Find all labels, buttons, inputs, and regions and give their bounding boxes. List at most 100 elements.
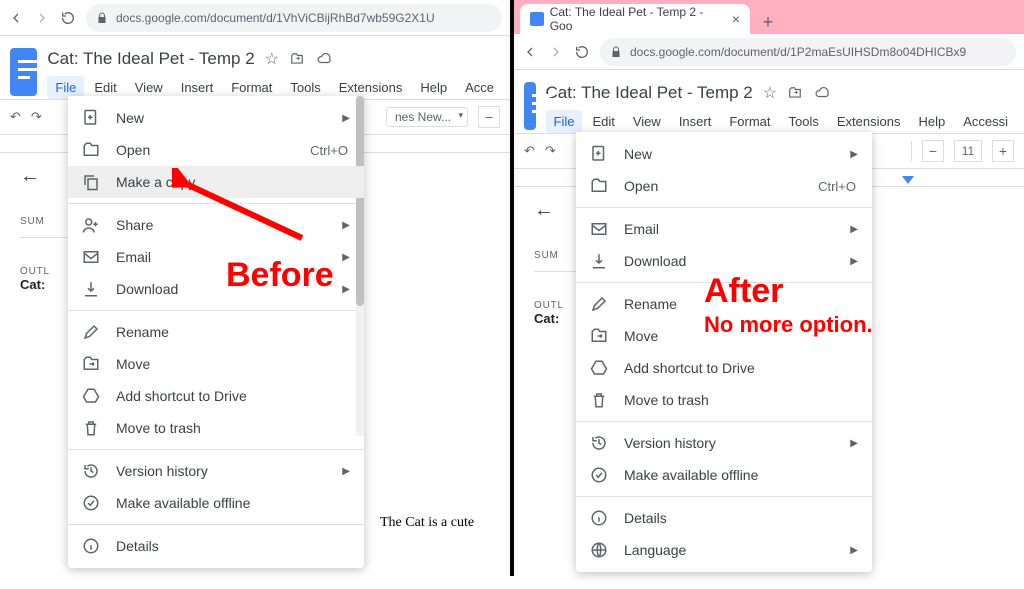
menu-item-add-shortcut-to-drive[interactable]: Add shortcut to Drive xyxy=(576,352,872,384)
move-icon[interactable] xyxy=(787,86,803,100)
download-icon xyxy=(82,280,100,298)
menu-item-label: Email xyxy=(116,249,151,265)
redo-icon[interactable]: ↷ xyxy=(545,143,556,159)
undo-icon[interactable]: ↶ xyxy=(10,109,21,125)
file-menu-after: New▶OpenCtrl+OEmail▶Download▶RenameMoveA… xyxy=(576,132,872,572)
drive-shortcut-icon xyxy=(82,387,100,405)
browser-bar: docs.google.com/document/d/1VhViCBijRhBd… xyxy=(0,0,510,36)
menu-item-label: Rename xyxy=(624,296,677,312)
font-size-value[interactable]: 11 xyxy=(954,140,982,162)
address-bar[interactable]: docs.google.com/document/d/1P2maEsUIHSDm… xyxy=(600,38,1016,66)
shortcut-text: Ctrl+O xyxy=(818,179,856,194)
offline-icon xyxy=(82,494,100,512)
menu-item-language[interactable]: Language▶ xyxy=(576,534,872,566)
menu-item-make-available-offline[interactable]: Make available offline xyxy=(576,459,872,491)
nav-forward-icon[interactable] xyxy=(548,44,564,60)
pencil-icon xyxy=(82,323,100,341)
address-bar[interactable]: docs.google.com/document/d/1VhViCBijRhBd… xyxy=(86,4,502,32)
menu-separator xyxy=(68,310,364,311)
menu-item-move-to-trash[interactable]: Move to trash xyxy=(68,412,364,444)
menu-item-open[interactable]: OpenCtrl+O xyxy=(68,134,364,166)
docs-header: Cat: The Ideal Pet - Temp 2 ☆ File Edit … xyxy=(514,70,1024,133)
submenu-arrow-icon: ▶ xyxy=(342,284,350,295)
menu-item-new[interactable]: New▶ xyxy=(576,138,872,170)
star-icon[interactable]: ☆ xyxy=(763,83,777,103)
font-picker[interactable]: nes New... xyxy=(386,107,468,127)
outline-label: OUTL xyxy=(20,266,74,277)
move-icon[interactable] xyxy=(289,52,305,66)
menu-tools[interactable]: Tools xyxy=(781,110,827,133)
menu-item-label: Move to trash xyxy=(116,420,201,436)
outline-heading[interactable]: Cat: xyxy=(20,277,74,292)
menu-help[interactable]: Help xyxy=(910,110,953,133)
menu-view[interactable]: View xyxy=(625,110,669,133)
menu-item-make-available-offline[interactable]: Make available offline xyxy=(68,487,364,519)
menu-help[interactable]: Help xyxy=(412,76,455,99)
menu-item-version-history[interactable]: Version history▶ xyxy=(68,455,364,487)
menu-item-label: Language xyxy=(624,542,686,558)
submenu-arrow-icon: ▶ xyxy=(850,438,858,449)
menu-separator xyxy=(576,421,872,422)
menu-item-label: Download xyxy=(116,281,178,297)
menu-item-label: Rename xyxy=(116,324,169,340)
new-tab-button[interactable]: + xyxy=(756,10,780,34)
menu-extensions[interactable]: Extensions xyxy=(829,110,909,133)
move-folder-icon xyxy=(82,355,100,373)
nav-forward-icon[interactable] xyxy=(34,10,50,26)
menu-item-move[interactable]: Move xyxy=(68,348,364,380)
undo-icon[interactable]: ↶ xyxy=(524,143,535,159)
menu-item-move-to-trash[interactable]: Move to trash xyxy=(576,384,872,416)
document-body[interactable]: The Cat is a cute xyxy=(380,515,474,531)
close-tab-icon[interactable]: × xyxy=(732,11,740,27)
menu-separator xyxy=(68,449,364,450)
nav-back-icon[interactable] xyxy=(8,10,24,26)
drive-shortcut-icon xyxy=(590,359,608,377)
menu-item-label: Share xyxy=(116,217,153,233)
docs-logo-icon[interactable] xyxy=(524,82,536,130)
lock-icon xyxy=(610,46,622,58)
offline-icon xyxy=(590,466,608,484)
menu-item-open[interactable]: OpenCtrl+O xyxy=(576,170,872,202)
menu-item-label: Move xyxy=(116,356,150,372)
menu-insert[interactable]: Insert xyxy=(671,110,720,133)
font-size-minus[interactable]: − xyxy=(922,140,944,162)
cloud-status-icon[interactable] xyxy=(813,86,831,100)
after-sub-annotation: No more option. xyxy=(704,312,873,338)
font-size-minus[interactable]: − xyxy=(478,106,500,128)
ruler-marker-icon[interactable] xyxy=(902,176,914,184)
menu-item-label: Move xyxy=(624,328,658,344)
summary-label: SUM xyxy=(20,216,74,227)
nav-back-icon[interactable] xyxy=(522,44,538,60)
star-icon[interactable]: ☆ xyxy=(265,49,279,69)
tab-strip: Cat: The Ideal Pet - Temp 2 - Goo × + xyxy=(514,0,1024,34)
menu-accessibility[interactable]: Accessi xyxy=(955,110,1016,133)
menu-accessibility[interactable]: Acce xyxy=(457,76,502,99)
menu-item-label: Version history xyxy=(624,435,716,451)
reload-icon[interactable] xyxy=(60,10,76,26)
menu-edit[interactable]: Edit xyxy=(584,110,622,133)
back-arrow-icon[interactable]: ← xyxy=(20,165,74,188)
reload-icon[interactable] xyxy=(574,44,590,60)
menu-item-add-shortcut-to-drive[interactable]: Add shortcut to Drive xyxy=(68,380,364,412)
menu-item-details[interactable]: Details xyxy=(576,502,872,534)
globe-icon xyxy=(590,541,608,559)
document-title[interactable]: Cat: The Ideal Pet - Temp 2 xyxy=(546,83,753,103)
copy-icon xyxy=(82,173,100,191)
menu-item-version-history[interactable]: Version history ▶ xyxy=(576,427,872,459)
menu-item-email[interactable]: Email▶ xyxy=(576,213,872,245)
font-size-plus[interactable]: + xyxy=(992,140,1014,162)
menu-item-rename[interactable]: Rename xyxy=(68,316,364,348)
menu-item-new[interactable]: New▶ xyxy=(68,102,364,134)
plus-doc-icon xyxy=(590,145,608,163)
menu-separator xyxy=(68,524,364,525)
submenu-arrow-icon: ▶ xyxy=(850,149,858,160)
menu-format[interactable]: Format xyxy=(721,110,778,133)
cloud-status-icon[interactable] xyxy=(315,52,333,66)
browser-tab[interactable]: Cat: The Ideal Pet - Temp 2 - Goo × xyxy=(520,4,750,34)
docs-logo-icon[interactable] xyxy=(10,48,37,96)
redo-icon[interactable]: ↷ xyxy=(31,109,42,125)
document-title[interactable]: Cat: The Ideal Pet - Temp 2 xyxy=(47,49,254,69)
menu-item-details[interactable]: Details xyxy=(68,530,364,562)
pencil-icon xyxy=(590,295,608,313)
submenu-arrow-icon: ▶ xyxy=(342,113,350,124)
